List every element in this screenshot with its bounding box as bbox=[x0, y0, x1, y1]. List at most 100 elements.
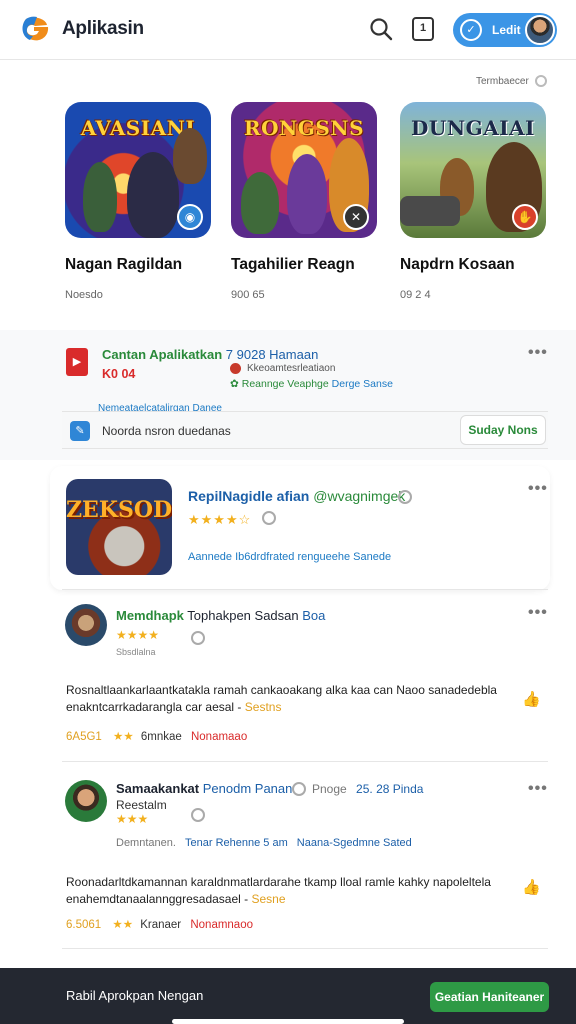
review-footer: 6A5G1 ★★ 6mnkae Nonamaao bbox=[66, 729, 247, 743]
thumbs-up-icon[interactable]: 👍 bbox=[522, 878, 541, 896]
more-options-icon[interactable]: ••• bbox=[528, 780, 548, 798]
review-footer-stars: ★★ bbox=[113, 731, 134, 743]
app-title: Aplikasin bbox=[62, 18, 144, 39]
edit-profile-button[interactable]: ✓ Ledit bbox=[453, 13, 557, 47]
game-name: Nagan Ragildan bbox=[65, 256, 183, 273]
game-name: Tagahilier Reagn bbox=[231, 256, 355, 273]
app-store-icon: ▶ bbox=[66, 348, 88, 376]
review-footer-link[interactable]: Nonamaao bbox=[191, 731, 247, 743]
user-avatar[interactable] bbox=[525, 15, 555, 45]
review-subtitle: Reestalm bbox=[116, 798, 167, 812]
feature-title-blue: RepilNagidle afian bbox=[188, 488, 310, 504]
bottom-action-bar: Rabil Aprokpan Nengan Geatian Haniteaner bbox=[0, 968, 576, 1024]
review-subline-blue2: Naana-Sgedmne Sated bbox=[296, 837, 412, 849]
app-badge-icon: ◉ bbox=[177, 204, 203, 230]
recommend-title-green: Cantan Apalikatkan bbox=[102, 347, 223, 362]
game-thumbnail[interactable]: AVASIANI ◉ bbox=[65, 102, 211, 238]
review-subline-blue: Tenar Rehenne 5 am bbox=[185, 837, 288, 849]
more-options-icon[interactable]: ••• bbox=[528, 344, 548, 362]
game-meta: Noesdo bbox=[65, 289, 103, 301]
review-body: Roonadarltdkamannan karaldnmatlardarahe … bbox=[66, 874, 506, 908]
game-thumbnail-title: RONGSNS bbox=[243, 116, 365, 140]
bottom-bar-text: Rabil Aprokpan Nengan bbox=[66, 988, 204, 1003]
reviewer-avatar[interactable] bbox=[65, 604, 107, 646]
notice-text: Noorda nsron duedanas bbox=[102, 424, 231, 438]
review-text: Rosnaltlaankarlaantkatakla ramah cankaoa… bbox=[66, 683, 497, 714]
sort-control[interactable]: Termbaecer bbox=[476, 75, 547, 87]
review-subline: Demntanen. Tenar Rehenne 5 am Naana-Sged… bbox=[116, 837, 412, 849]
recommend-subline-text: Kkeoamtesrleatiaon bbox=[247, 363, 336, 374]
reviewer-name[interactable]: Memdhapk Tophakpen Sadsan Boa bbox=[116, 608, 325, 623]
app-logo-icon[interactable] bbox=[20, 16, 50, 42]
section-divider bbox=[62, 948, 548, 949]
character-figure bbox=[241, 172, 279, 234]
reviewer-name-blue: Penodm Panan bbox=[202, 781, 293, 796]
review-footer-label: 6mnkae bbox=[140, 731, 182, 743]
game-card[interactable]: RONGSNS ✕ Tagahilier Reagn 900 65 bbox=[231, 102, 379, 301]
comment-icon[interactable] bbox=[262, 511, 276, 525]
notice-action-button[interactable]: Suday Nons bbox=[460, 415, 546, 445]
game-thumbnail[interactable]: RONGSNS ✕ bbox=[231, 102, 377, 238]
review-meta: Sbsdlalna bbox=[116, 647, 156, 657]
leaf-icon: ✿ bbox=[230, 378, 239, 390]
more-options-icon[interactable]: ••• bbox=[528, 604, 548, 622]
review-footer: 6.5061 ★★ Kranaer Nonamnaoo bbox=[66, 917, 253, 931]
reviewer-name-green: Memdhapk bbox=[116, 608, 184, 623]
review-rating-stars: ★★★★ bbox=[116, 628, 160, 642]
edit-icon: ✓ bbox=[460, 19, 482, 41]
verified-icon bbox=[398, 490, 412, 504]
review-footer-stars: ★★ bbox=[112, 919, 134, 931]
review-body: Rosnaltlaankarlaantkatakla ramah cankaoa… bbox=[66, 682, 506, 716]
review-subline-grey: Demntanen. bbox=[116, 837, 176, 849]
edit-label: Ledit bbox=[492, 23, 521, 37]
notice-bar: ✎ Noorda nsron duedanas Suday Nons bbox=[62, 411, 548, 449]
reviewer-name-blue: Boa bbox=[302, 608, 326, 623]
comment-icon[interactable] bbox=[191, 631, 205, 645]
review-rating-stars: ★★★ bbox=[116, 812, 149, 826]
app-badge-icon: ✋ bbox=[512, 204, 538, 230]
thumbs-up-icon[interactable]: 👍 bbox=[522, 690, 541, 708]
comment-icon[interactable] bbox=[191, 808, 205, 822]
game-thumbnail[interactable]: DUNGAIAI ✋ bbox=[400, 102, 546, 238]
status-dot-icon bbox=[230, 363, 241, 374]
review-tag[interactable]: Sesne bbox=[251, 892, 285, 906]
more-options-icon[interactable]: ••• bbox=[528, 480, 548, 498]
character-figure bbox=[287, 154, 327, 234]
reviewer-avatar[interactable] bbox=[65, 780, 107, 822]
review-footer-link[interactable]: Nonamnaoo bbox=[190, 919, 253, 931]
game-card[interactable]: DUNGAIAI ✋ Napdrn Kosaan 09 2 4 bbox=[400, 102, 548, 301]
app-header: Aplikasin 1 ✓ Ledit bbox=[0, 0, 576, 60]
game-thumbnail-title: DUNGAIAI bbox=[411, 116, 535, 140]
game-name: Napdrn Kosaan bbox=[400, 256, 515, 273]
sort-icon bbox=[534, 75, 547, 87]
feature-title[interactable]: RepilNagidle afian @wvagnimgek bbox=[188, 488, 405, 504]
search-icon[interactable] bbox=[368, 16, 394, 42]
recommend-title: Cantan Apalikatkan 7 9028 Hamaan bbox=[102, 347, 318, 362]
recommend-title-blue: 7 9028 Hamaan bbox=[225, 347, 319, 362]
feature-description: Aannede Ib6drdfrated rengueehe Sanede bbox=[188, 551, 392, 563]
recommend-tags: ✿ Reannge Veaphge Derge Sanse bbox=[230, 378, 393, 390]
review-tag[interactable]: Sestns bbox=[245, 700, 282, 714]
bottom-action-button[interactable]: Geatian Haniteaner bbox=[430, 982, 549, 1012]
reviewer-name[interactable]: Samaakankat Penodm Panan bbox=[116, 781, 292, 796]
review-footer-score: 6.5061 bbox=[66, 919, 102, 931]
feature-thumbnail[interactable]: ZEKSOD bbox=[66, 479, 172, 575]
game-meta: 900 65 bbox=[231, 289, 265, 301]
review-meta-grey: Pnoge bbox=[312, 782, 347, 796]
feature-title-green: @wvagnimgek bbox=[313, 488, 406, 504]
app-badge-icon: ✕ bbox=[343, 204, 369, 230]
recommend-code: K0 04 bbox=[102, 367, 136, 381]
home-indicator[interactable] bbox=[172, 1019, 404, 1024]
section-divider bbox=[62, 589, 548, 590]
cannon-figure bbox=[400, 196, 460, 226]
verified-icon bbox=[292, 782, 306, 796]
recommend-tag-blue: Derge Sanse bbox=[331, 378, 393, 390]
section-divider bbox=[62, 761, 548, 762]
game-card[interactable]: AVASIANI ◉ Nagan Ragildan Noesdo bbox=[65, 102, 213, 301]
reviewer-name-dark: Tophakpen Sadsan bbox=[187, 608, 299, 623]
recommend-tag-green: Reannge Veaphge bbox=[241, 378, 329, 390]
review-meta: Pnoge 25. 28 Pinda bbox=[312, 782, 423, 796]
notification-button[interactable]: 1 bbox=[412, 17, 434, 41]
reviewer-name-dark: Samaakankat bbox=[116, 781, 200, 796]
character-figure bbox=[127, 152, 179, 238]
